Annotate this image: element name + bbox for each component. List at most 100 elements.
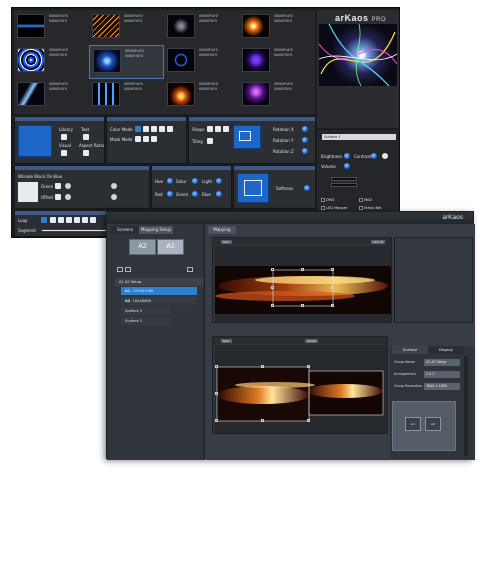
next-button[interactable]: Next <box>221 239 232 244</box>
mask-mode-option-1[interactable] <box>135 136 141 142</box>
satur-knob[interactable] <box>192 178 198 184</box>
inspector-value[interactable]: 2 x 1 <box>424 371 460 378</box>
mini-screen-a1[interactable]: A1 <box>405 417 421 431</box>
rewind-icon[interactable] <box>50 217 56 223</box>
effect-thumbnail[interactable] <box>18 182 38 202</box>
blue-knob[interactable] <box>216 191 222 197</box>
clip-slot[interactable]: 00000Fx0'0 00000'00'0 <box>14 79 89 113</box>
param-knob-1[interactable] <box>111 183 117 189</box>
edge-handle[interactable] <box>331 286 334 289</box>
blue-lightning-thumbnail[interactable] <box>17 82 45 106</box>
clip-slot[interactable]: 00000Fx0'0 00000'00'0 <box>164 11 239 45</box>
green-knob[interactable] <box>192 191 198 197</box>
hue-knob[interactable] <box>167 178 173 184</box>
add-screen-icon[interactable] <box>117 267 123 272</box>
tab-screens[interactable]: Screens <box>111 226 139 234</box>
clip-slot[interactable]: 00000Fx0'0 00000'00'0 <box>239 11 314 45</box>
light-knob[interactable] <box>216 178 222 184</box>
corner-handle[interactable] <box>215 419 218 422</box>
contrast-knob[interactable] <box>371 153 377 159</box>
forward-icon[interactable] <box>82 217 88 223</box>
blue-bars-thumbnail[interactable] <box>92 82 120 106</box>
blue-orb-thumbnail[interactable] <box>167 48 195 72</box>
screen-a1[interactable]: A1 <box>157 239 184 255</box>
clip-slot[interactable]: 00000Fx0'0 00000'00'0 <box>89 79 164 113</box>
red-knob[interactable] <box>167 191 173 197</box>
shape-icon-1[interactable] <box>207 126 213 132</box>
screen-settings-icon[interactable] <box>187 267 193 272</box>
corner-handle[interactable] <box>331 304 334 307</box>
edge-handle[interactable] <box>301 268 304 271</box>
mini-screen-a2[interactable]: A2 <box>425 417 441 431</box>
edge-handle[interactable] <box>271 286 274 289</box>
screen-a2[interactable]: A2 <box>129 239 156 255</box>
blue-rings-thumbnail[interactable] <box>17 48 45 72</box>
orange-spark-thumbnail[interactable] <box>242 14 270 38</box>
loop-icon[interactable] <box>41 217 47 223</box>
rotation-y-knob[interactable] <box>302 137 308 143</box>
offset-icon[interactable] <box>55 194 61 200</box>
library-thumbnail[interactable] <box>18 125 52 157</box>
text-icon[interactable] <box>83 134 89 140</box>
corner-handle[interactable] <box>215 365 218 368</box>
global-button[interactable]: Global <box>305 338 318 343</box>
tab-mapping-setup[interactable]: Mapping Setup <box>139 226 173 234</box>
volume-knob[interactable] <box>344 163 350 169</box>
mask-mode-option-2[interactable] <box>143 136 149 142</box>
color-mode-option-2[interactable] <box>143 126 149 132</box>
input-canvas[interactable] <box>215 246 391 322</box>
orange-diagonal-thumbnail[interactable] <box>92 14 120 38</box>
corner-handle[interactable] <box>271 304 274 307</box>
rotation-z-knob[interactable] <box>302 148 308 154</box>
pause-icon[interactable] <box>66 217 72 223</box>
remove-screen-icon[interactable] <box>125 267 131 272</box>
shape-icon-3[interactable] <box>223 126 229 132</box>
tree-screen-row-a2[interactable]: A2 1024X600 <box>121 297 197 305</box>
aspect-ratio-icon[interactable] <box>83 150 89 156</box>
output-option[interactable]: MIDI <box>359 198 372 203</box>
clip-slot[interactable]: 00000Fx0'0 00000'00'0 <box>89 45 164 79</box>
color-mode-option-5[interactable] <box>167 126 173 132</box>
sink-all-button[interactable]: Sink All <box>371 239 386 244</box>
brightness-knob[interactable] <box>344 153 350 159</box>
clip-slot[interactable]: 00000Fx0'0 00000'00'0 <box>239 79 314 113</box>
corner-handle[interactable] <box>307 365 310 368</box>
violet-cloud-thumbnail[interactable] <box>242 82 270 106</box>
purple-haze-thumbnail[interactable] <box>242 48 270 72</box>
param-knob-2[interactable] <box>111 194 117 200</box>
clip-slot[interactable]: 00000Fx0'0 00000'00'0 <box>14 45 89 79</box>
inspector-value[interactable]: 3840 x 1080 <box>424 383 460 390</box>
softness-preview[interactable] <box>237 173 269 203</box>
tab-mapping[interactable]: Mapping <box>208 226 236 234</box>
library-icon[interactable] <box>61 134 67 140</box>
visual-icon[interactable] <box>61 150 67 156</box>
tab-display[interactable]: Display <box>428 346 464 354</box>
shape-icon-2[interactable] <box>215 126 221 132</box>
corner-handle[interactable] <box>307 419 310 422</box>
rotation-x-knob[interactable] <box>302 126 308 132</box>
color-mode-option-4[interactable] <box>159 126 165 132</box>
clip-slot[interactable]: 00000Fx0'0 00000'00'0 <box>164 79 239 113</box>
tree-group-row[interactable]: A1 A2 Setup <box>115 278 203 286</box>
edge-handle[interactable] <box>261 419 264 422</box>
green-icon[interactable] <box>55 183 61 189</box>
softness-knob[interactable] <box>304 185 310 191</box>
transform-preview[interactable] <box>233 125 261 149</box>
clip-slot[interactable]: 00000Fx0'0 00000'00'0 <box>89 11 164 45</box>
clip-slot[interactable]: 00000Fx0'0 00000'00'0 <box>164 45 239 79</box>
tree-screen-row-a1[interactable]: A1 1920X1080 <box>121 287 197 295</box>
offset-knob[interactable] <box>65 194 71 200</box>
stop-icon[interactable] <box>74 217 80 223</box>
corner-handle[interactable] <box>331 268 334 271</box>
edge-handle[interactable] <box>301 304 304 307</box>
tab-surface[interactable]: Surface <box>392 346 428 354</box>
color-mode-option-3[interactable] <box>151 126 157 132</box>
corner-handle[interactable] <box>271 268 274 271</box>
next-button[interactable]: Next <box>221 338 232 343</box>
mask-mode-option-3[interactable] <box>151 136 157 142</box>
end-icon[interactable] <box>90 217 96 223</box>
settings-icon[interactable] <box>382 153 388 159</box>
green-knob[interactable] <box>65 183 71 189</box>
clip-slot[interactable]: 00000Fx0'0 00000'00'0 <box>239 45 314 79</box>
inspector-scrollbar[interactable] <box>464 356 468 456</box>
